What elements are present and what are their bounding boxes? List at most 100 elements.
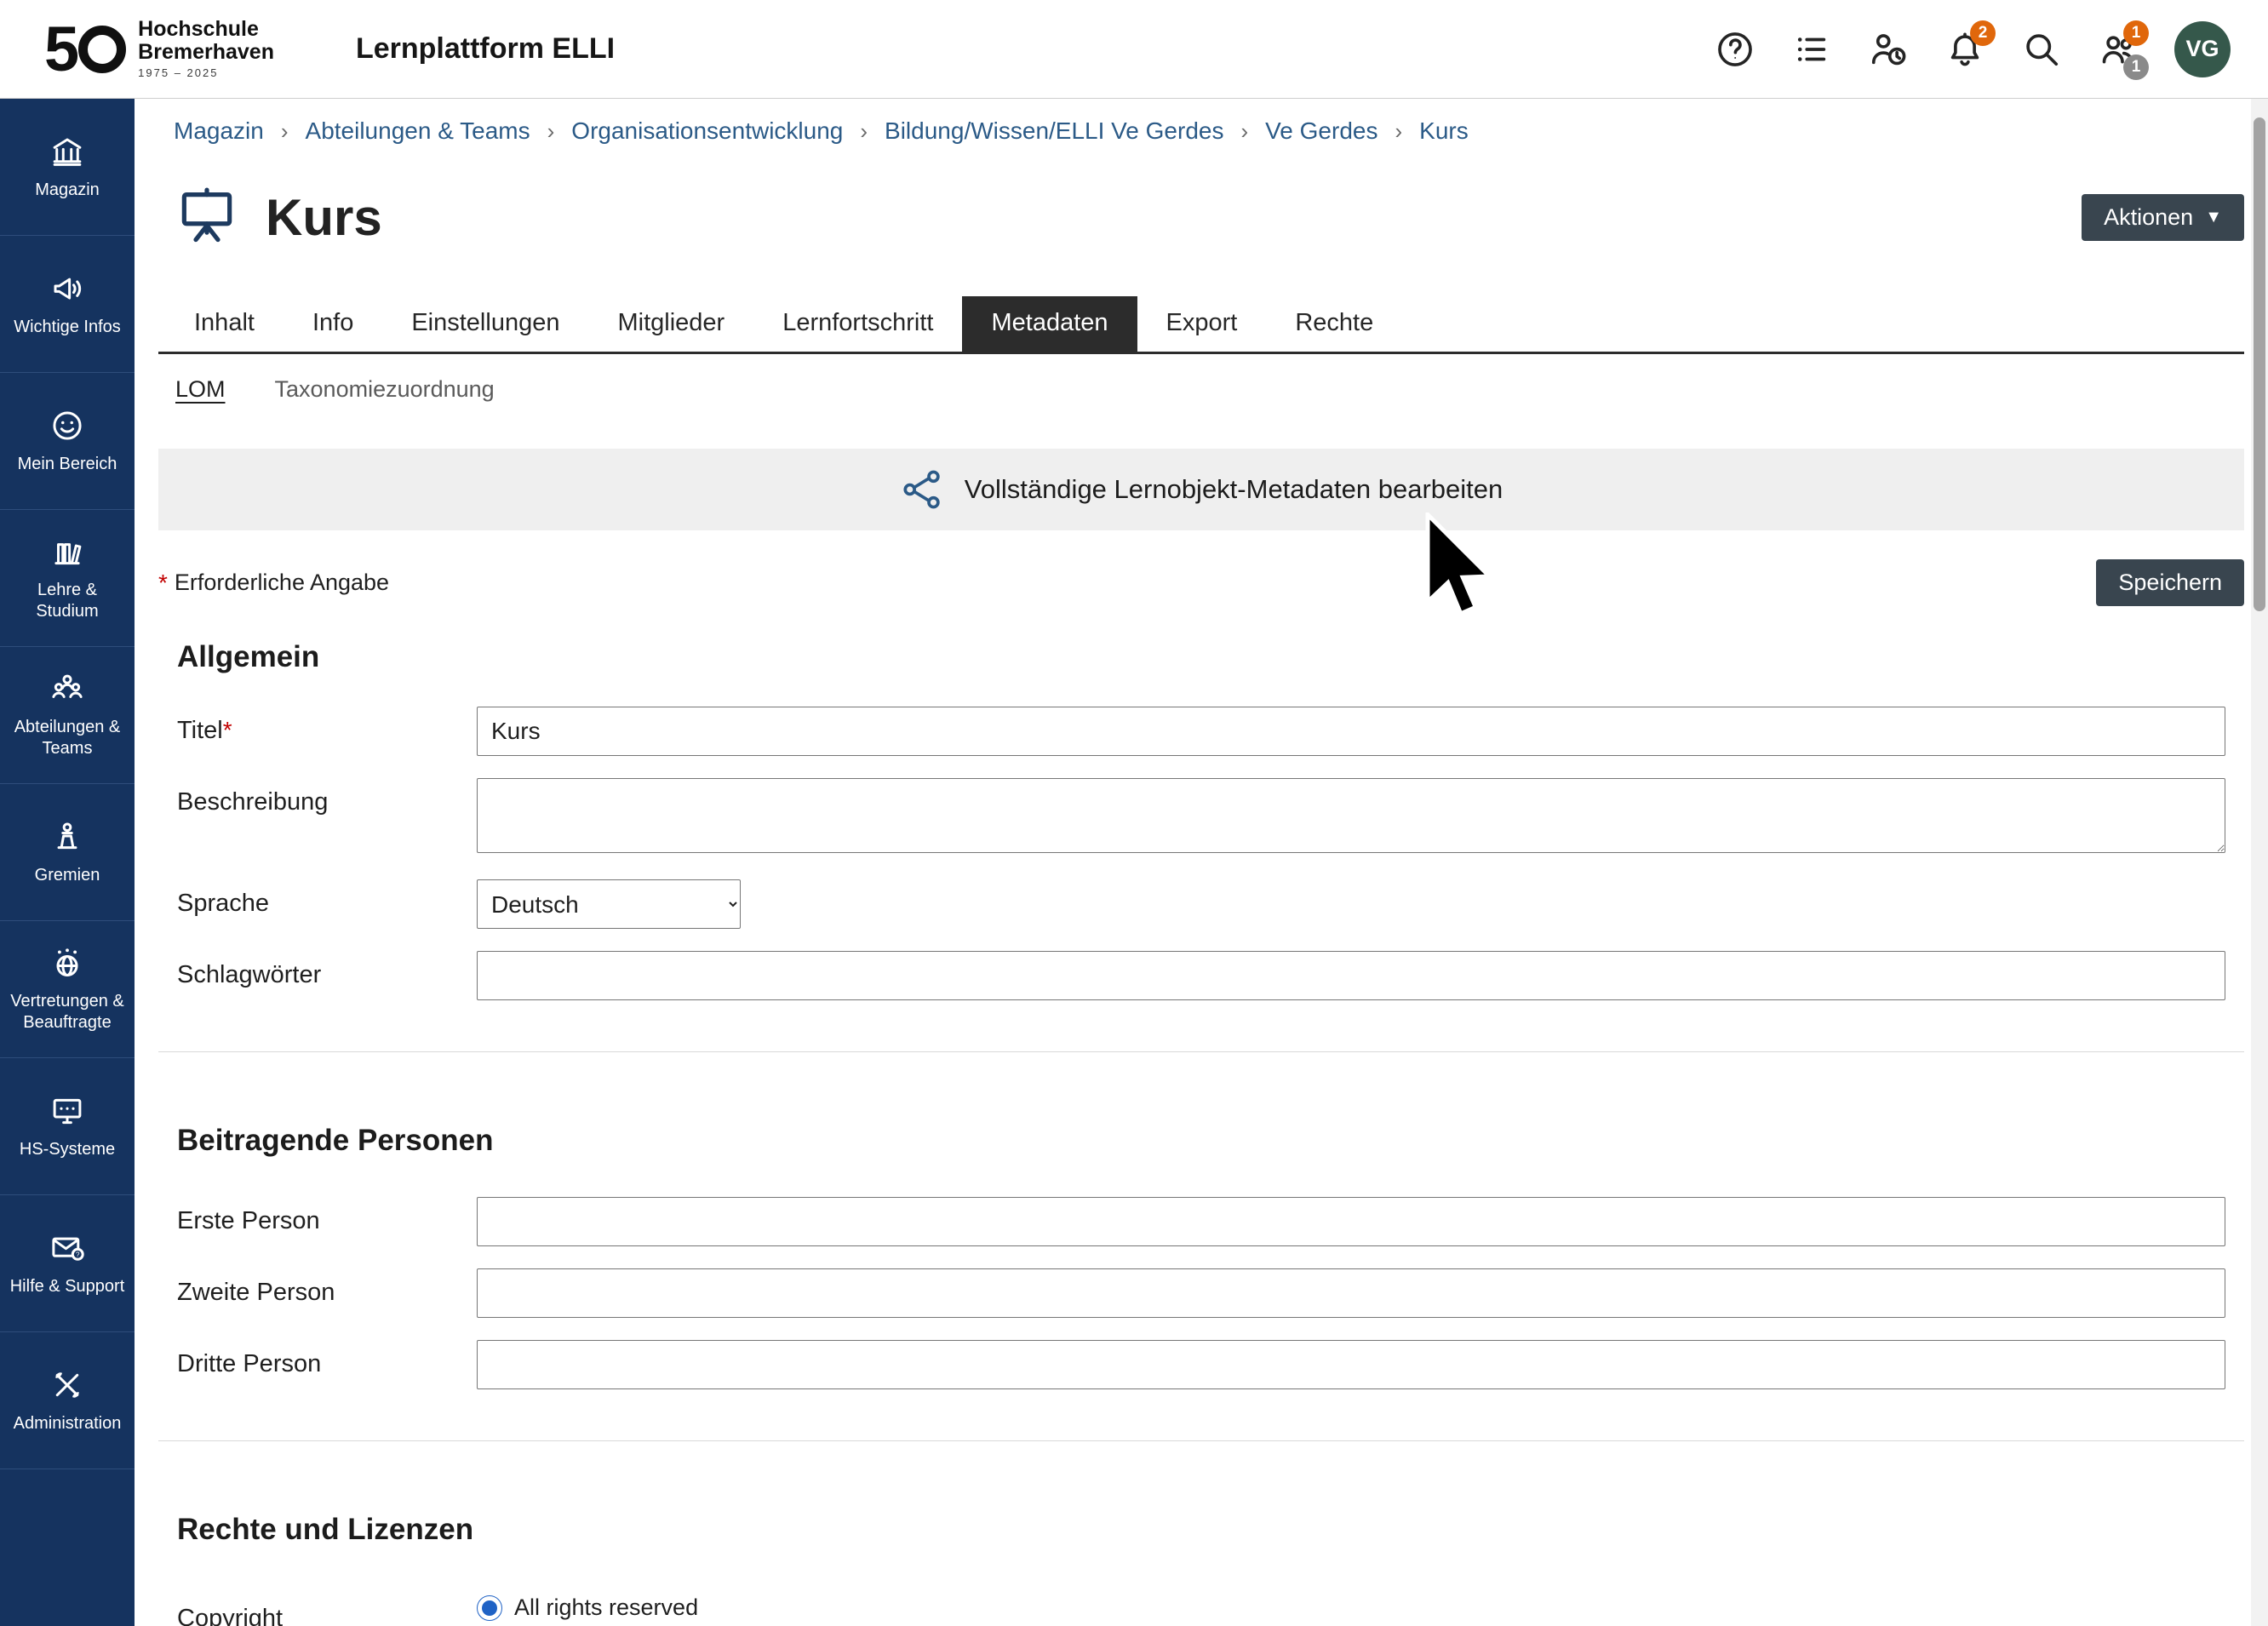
person-clock-icon [1869,30,1908,69]
beschreibung-label: Beschreibung [177,778,477,816]
form-row-sprache: Sprache Deutsch [177,879,2225,929]
logo-years: 1975 – 2025 [138,67,274,79]
notifications-button[interactable]: 2 [1944,29,1985,70]
logo-50-anniversary: 5 [44,13,126,85]
breadcrumb-link-kurs[interactable]: Kurs [1419,117,1469,145]
app-title: Lernplattform ELLI [356,32,615,66]
breadcrumb-separator: › [1240,118,1248,145]
subtab-lom[interactable]: LOM [175,376,226,403]
sidebar-item-gremien[interactable]: Gremien [0,784,135,921]
erste-person-input[interactable] [477,1197,2225,1246]
sprache-label: Sprache [177,879,477,918]
sidebar-item-magazin[interactable]: Magazin [0,99,135,236]
search-button[interactable] [2021,29,2062,70]
breadcrumb-link-magazin[interactable]: Magazin [174,117,264,145]
chevron-down-icon: ▼ [2205,208,2222,227]
search-icon [2022,30,2061,69]
required-marker: * [158,570,168,597]
lectern-speaker-icon [49,819,85,855]
vertical-scrollbar[interactable] [2251,99,2268,1626]
main-sidebar: Magazin Wichtige Infos Mein Bereich Lehr… [0,99,135,1626]
breadcrumb-separator: › [1395,118,1402,145]
contacts-badge-bottom: 1 [2123,54,2149,80]
university-logo[interactable]: 5 Hochschule Bremerhaven 1975 – 2025 [44,13,274,85]
breadcrumb-link-bildung[interactable]: Bildung/Wissen/ELLI Ve Gerdes [885,117,1223,145]
sidebar-item-administration[interactable]: Administration [0,1332,135,1469]
sidebar-item-hilfe-support[interactable]: ? Hilfe & Support [0,1195,135,1332]
schlagwoerter-label: Schlagwörter [177,951,477,989]
help-button[interactable] [1715,29,1755,70]
logo-name-line1: Hochschule [138,18,274,41]
form-row-beschreibung: Beschreibung [177,778,2225,857]
subtab-bar: LOM Taxonomiezuordnung [135,354,2268,411]
svg-text:?: ? [76,1251,80,1258]
sidebar-item-abteilungen-teams[interactable]: Abteilungen & Teams [0,647,135,784]
form-row-schlagwoerter: Schlagwörter [177,951,2225,1000]
tab-metadaten[interactable]: Metadaten [962,296,1137,352]
scrollbar-thumb[interactable] [2254,117,2265,611]
edit-full-metadata-label: Vollständige Lernobjekt-Metadaten bearbe… [965,474,1503,505]
contacts-badge-top: 1 [2123,20,2149,46]
sidebar-item-hs-systeme[interactable]: HS-Systeme [0,1058,135,1195]
team-people-icon [49,671,85,707]
contacts-button[interactable]: 1 1 [2098,29,2139,70]
breadcrumb-link-ve-gerdes[interactable]: Ve Gerdes [1265,117,1377,145]
section-divider [158,1440,2244,1441]
tab-einstellungen[interactable]: Einstellungen [382,296,588,352]
form-row-zweite-person: Zweite Person [177,1268,2225,1318]
sidebar-item-mein-bereich[interactable]: Mein Bereich [0,373,135,510]
top-header: 5 Hochschule Bremerhaven 1975 – 2025 Ler… [0,0,2268,99]
copyright-all-rights-label: All rights reserved [514,1595,698,1621]
awareness-button[interactable] [1868,29,1909,70]
tab-mitglieder[interactable]: Mitglieder [588,296,753,352]
dritte-person-label: Dritte Person [177,1340,477,1378]
save-button[interactable]: Speichern [2096,559,2244,606]
bank-icon [49,134,85,169]
actions-dropdown-button[interactable]: Aktionen ▼ [2082,194,2244,241]
form-row-titel: Titel* [177,707,2225,756]
logo-name-line2: Bremerhaven [138,41,274,64]
tab-export[interactable]: Export [1137,296,1267,352]
tab-inhalt[interactable]: Inhalt [165,296,284,352]
titel-input[interactable] [477,707,2225,756]
megaphone-icon [49,271,85,306]
help-icon [1715,30,1755,69]
breadcrumb-link-orgentwicklung[interactable]: Organisationsentwicklung [571,117,843,145]
form-row-dritte-person: Dritte Person [177,1340,2225,1389]
section-title-allgemein: Allgemein [177,640,2225,674]
breadcrumb-link-abteilungen[interactable]: Abteilungen & Teams [306,117,530,145]
monitor-icon [49,1093,85,1129]
form-row-erste-person: Erste Person [177,1197,2225,1246]
sidebar-item-lehre-studium[interactable]: Lehre & Studium [0,510,135,647]
breadcrumb-separator: › [547,118,555,145]
tab-bar: Inhalt Info Einstellungen Mitglieder Ler… [158,296,2244,354]
smiley-icon [49,408,85,444]
schlagwoerter-input[interactable] [477,951,2225,1000]
main-content: Magazin › Abteilungen & Teams › Organisa… [135,99,2268,1626]
notifications-badge: 2 [1970,20,1996,46]
sidebar-item-vertretungen[interactable]: Vertretungen & Beauftragte [0,921,135,1058]
titel-label: Titel [177,717,223,744]
globe-people-icon [49,945,85,981]
mail-help-icon: ? [49,1230,85,1266]
zweite-person-input[interactable] [477,1268,2225,1318]
breadcrumb-separator: › [860,118,868,145]
dritte-person-input[interactable] [477,1340,2225,1389]
edit-full-metadata-banner[interactable]: Vollständige Lernobjekt-Metadaten bearbe… [158,449,2244,530]
subtab-taxonomiezuordnung[interactable]: Taxonomiezuordnung [275,376,495,403]
tab-info[interactable]: Info [284,296,382,352]
breadcrumb-separator: › [281,118,289,145]
erste-person-label: Erste Person [177,1197,477,1235]
list-menu-icon [1792,30,1831,69]
copyright-all-rights-radio[interactable] [477,1595,502,1621]
sidebar-item-wichtige-infos[interactable]: Wichtige Infos [0,236,135,373]
zweite-person-label: Zweite Person [177,1268,477,1307]
breadcrumb: Magazin › Abteilungen & Teams › Organisa… [135,99,2268,145]
sprache-select[interactable]: Deutsch [477,879,741,929]
metadata-share-icon [900,467,944,512]
main-menu-button[interactable] [1791,29,1832,70]
tab-lernfortschritt[interactable]: Lernfortschritt [753,296,962,352]
tab-rechte[interactable]: Rechte [1266,296,1402,352]
beschreibung-textarea[interactable] [477,778,2225,853]
user-avatar[interactable]: VG [2174,21,2231,77]
